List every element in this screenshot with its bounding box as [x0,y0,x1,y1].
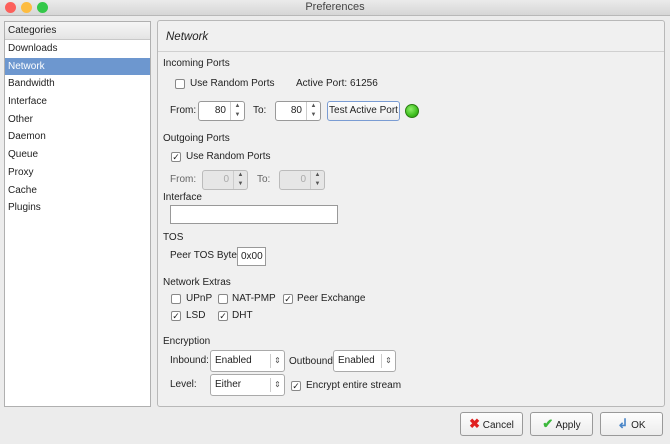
incoming-ports-label: Incoming Ports [163,58,230,69]
return-arrow-icon: ↲ [617,416,629,431]
lsd-label: LSD [186,310,206,321]
spin-arrows-icon[interactable]: ▲ ▼ [230,102,244,120]
spin-arrows-icon[interactable]: ▲ ▼ [306,102,320,120]
outgoing-from-label: From: [170,174,197,185]
category-interface[interactable]: Interface [5,93,150,111]
encrypt-entire-checkbox[interactable]: ✓ [291,381,301,391]
category-proxy[interactable]: Proxy [5,164,150,182]
outbound-select[interactable]: Enabled ⇕ [333,350,396,372]
lsd-checkbox[interactable]: ✓ [171,311,181,321]
ok-label: OK [631,420,646,431]
tos-label: TOS [163,232,184,243]
window-title: Preferences [305,1,365,13]
outbound-value: Enabled [338,355,375,366]
categories-list: Categories Downloads Network Bandwidth I… [4,21,151,407]
red-x-icon: ✖ [469,416,480,431]
outgoing-to-value: 0 [300,174,306,185]
spin-arrows-icon: ▲ ▼ [310,171,324,189]
peer-tos-label: Peer TOS Byte: [170,250,240,261]
natpmp-label: NAT-PMP [232,293,276,304]
divider [158,51,664,52]
spin-arrows-icon: ▲ ▼ [233,171,247,189]
natpmp-checkbox[interactable] [218,294,228,304]
categories-header: Categories [5,22,150,40]
category-other[interactable]: Other [5,111,150,129]
port-status-indicator [405,104,419,118]
category-network[interactable]: Network [5,57,150,76]
level-value: Either [215,379,242,390]
ok-button[interactable]: ↲ OK [600,412,663,436]
incoming-to-spinbox[interactable]: 80 ▲ ▼ [275,101,321,121]
category-queue[interactable]: Queue [5,146,150,164]
close-button[interactable] [5,2,16,13]
interface-label: Interface [163,192,202,203]
inbound-label: Inbound: [170,355,209,366]
inbound-value: Enabled [215,355,252,366]
updown-chevron-icon: ⇕ [270,378,284,392]
dht-label: DHT [232,310,253,321]
outgoing-from-value: 0 [223,174,229,185]
network-extras-label: Network Extras [163,277,231,288]
page-title: Network [166,31,209,43]
active-port-value: 61256 [350,78,378,89]
updown-chevron-icon: ⇕ [381,354,395,368]
category-bandwidth[interactable]: Bandwidth [5,75,150,93]
incoming-random-label: Use Random Ports [190,78,275,89]
green-check-icon: ✔ [542,416,554,431]
upnp-label: UPnP [186,293,213,304]
outgoing-random-checkbox[interactable]: ✓ [171,152,181,162]
level-select[interactable]: Either ⇕ [210,374,285,396]
incoming-from-value: 80 [214,105,226,116]
incoming-to-value: 80 [290,105,302,116]
inbound-select[interactable]: Enabled ⇕ [210,350,285,372]
peer-tos-input[interactable]: 0x00 [237,247,266,266]
title-bar: Preferences [0,0,670,16]
category-daemon[interactable]: Daemon [5,128,150,146]
incoming-to-label: To: [253,105,267,116]
encryption-label: Encryption [163,336,211,347]
updown-chevron-icon: ⇕ [270,354,284,368]
interface-input[interactable] [170,205,338,224]
outgoing-ports-label: Outgoing Ports [163,133,230,144]
minimize-button[interactable] [21,2,32,13]
cancel-label: Cancel [482,420,514,431]
apply-button[interactable]: ✔ Apply [530,412,593,436]
category-plugins[interactable]: Plugins [5,199,150,217]
peer-exchange-label: Peer Exchange [297,293,366,304]
test-active-port-button[interactable]: Test Active Port [327,101,400,121]
incoming-from-label: From: [170,105,197,116]
outgoing-from-spinbox: 0 ▲ ▼ [202,170,248,190]
outgoing-to-spinbox: 0 ▲ ▼ [279,170,325,190]
peer-exchange-checkbox[interactable]: ✓ [283,294,293,304]
upnp-checkbox[interactable] [171,294,181,304]
category-downloads[interactable]: Downloads [5,40,150,58]
incoming-random-checkbox[interactable] [175,79,185,89]
outgoing-to-label: To: [257,174,271,185]
active-port-label: Active Port: [296,78,348,89]
incoming-from-spinbox[interactable]: 80 ▲ ▼ [198,101,245,121]
apply-label: Apply [555,420,581,431]
zoom-button[interactable] [37,2,48,13]
cancel-button[interactable]: ✖ Cancel [460,412,523,436]
outgoing-random-label: Use Random Ports [186,151,271,162]
dht-checkbox[interactable]: ✓ [218,311,228,321]
outbound-label: Outbound: [289,356,336,367]
category-cache[interactable]: Cache [5,182,150,200]
encrypt-entire-label: Encrypt entire stream [306,380,402,391]
level-label: Level: [170,379,197,390]
